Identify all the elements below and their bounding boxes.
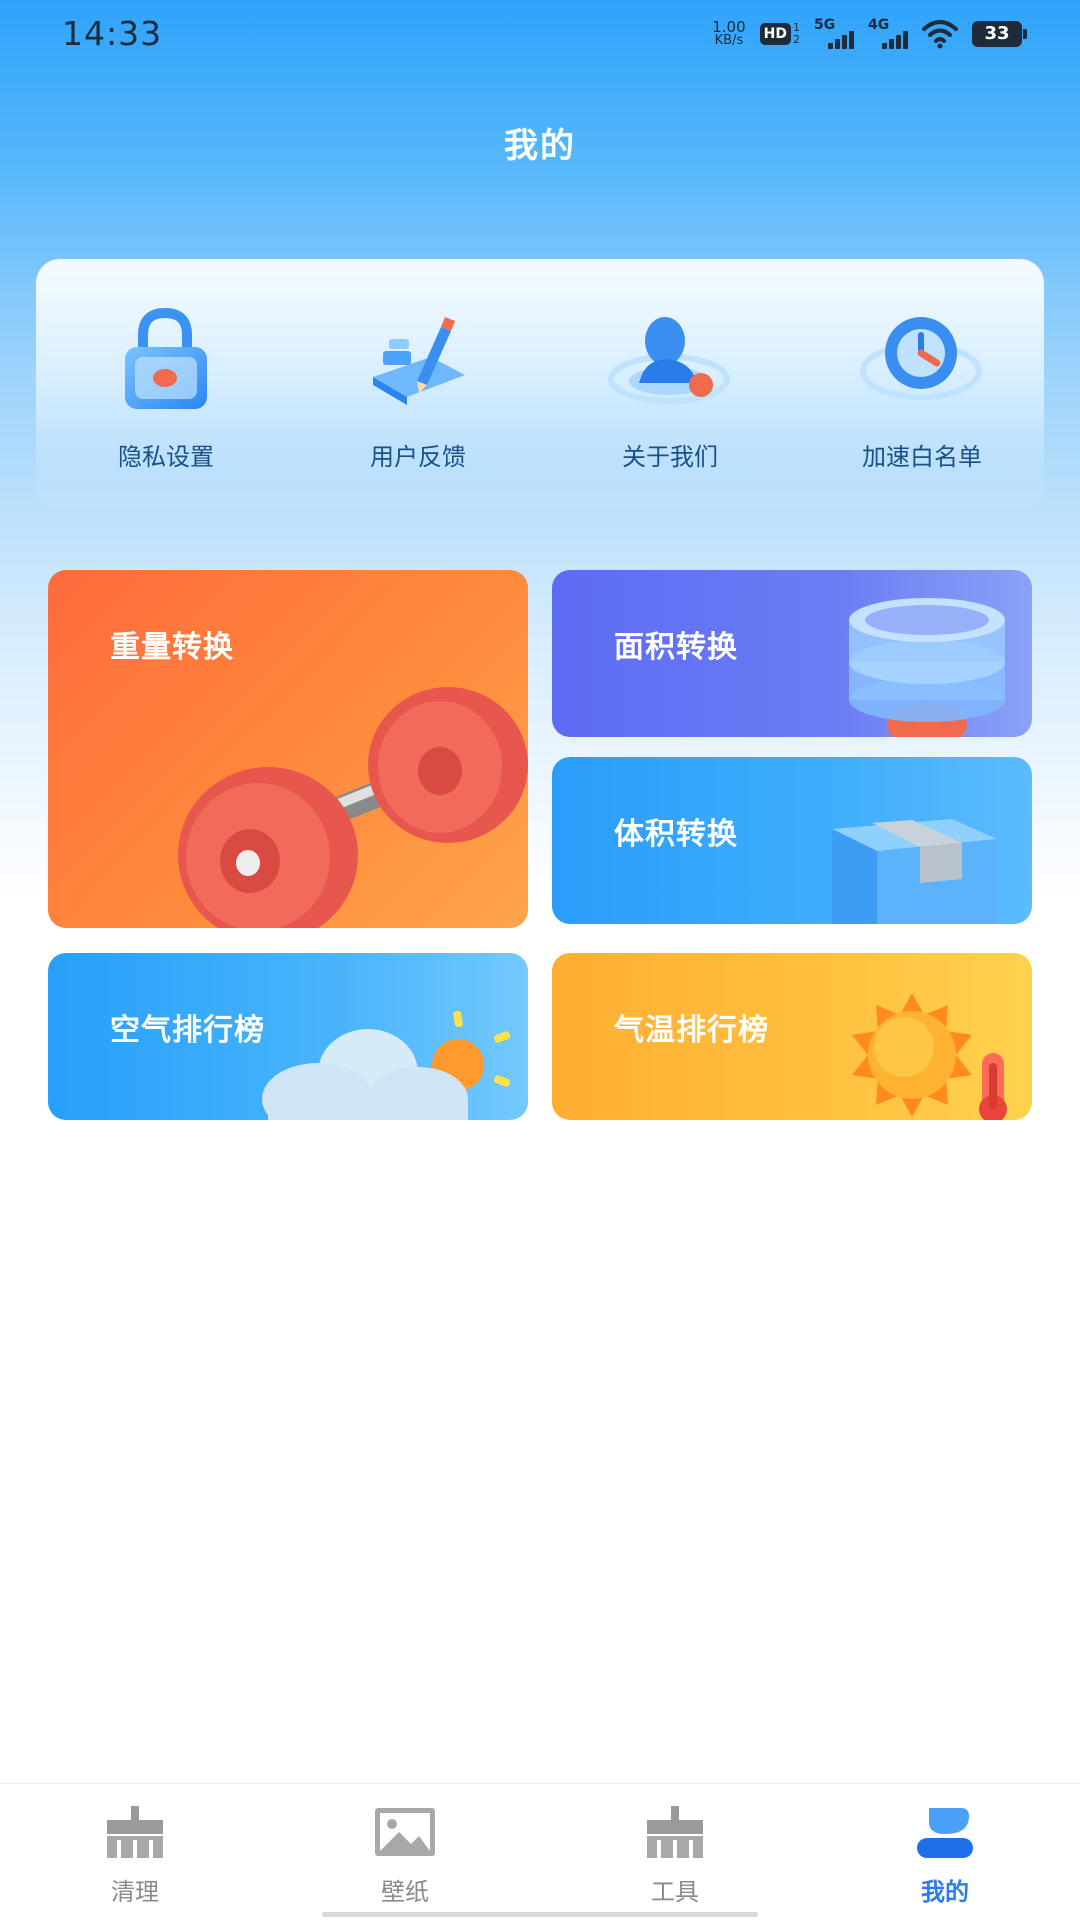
quick-label-whitelist: 加速白名单 bbox=[862, 443, 982, 471]
hd-voice-icon: HD 1 2 bbox=[759, 22, 800, 46]
toolkit-icon bbox=[647, 1806, 703, 1858]
signal-4g-icon: 4G bbox=[868, 17, 908, 49]
bottom-navigation: 清理 壁纸 工具 我的 bbox=[0, 1783, 1080, 1920]
hd-sub-bottom: 2 bbox=[793, 33, 800, 46]
speed-clock-icon bbox=[860, 317, 982, 400]
cloud-sun-icon bbox=[262, 1010, 511, 1120]
wifi-icon bbox=[922, 20, 958, 49]
signal-5g-icon: 5G bbox=[814, 17, 854, 49]
nav-tab-mine[interactable]: 我的 bbox=[860, 1804, 1030, 1907]
quick-item-about-us[interactable]: 关于我们 bbox=[570, 299, 770, 479]
quick-label-privacy: 隐私设置 bbox=[118, 443, 214, 471]
temperature-ranking-card[interactable]: 气温排行榜 bbox=[552, 953, 1032, 1120]
hd-label: HD bbox=[759, 23, 791, 45]
image-icon bbox=[375, 1808, 435, 1856]
feedback-pen-icon bbox=[373, 317, 465, 405]
quick-menu-card: 隐私设置 用户反馈 关于我们 加速白名单 bbox=[36, 259, 1044, 509]
nav-tab-tools[interactable]: 工具 bbox=[590, 1804, 760, 1907]
person-icon bbox=[608, 317, 730, 404]
quick-item-privacy-settings[interactable]: 隐私设置 bbox=[66, 299, 266, 479]
sun-thermometer-icon bbox=[852, 993, 1007, 1120]
air-ranking-card[interactable]: 空气排行榜 bbox=[48, 953, 528, 1120]
layers-icon bbox=[849, 598, 1005, 737]
volume-card-title: 体积转换 bbox=[614, 817, 738, 852]
network-speed: 1.00 KB/s bbox=[712, 20, 745, 48]
battery-icon: 33 bbox=[972, 21, 1027, 47]
nav-label-mine: 我的 bbox=[921, 1878, 969, 1906]
weight-card-title: 重量转换 bbox=[110, 630, 234, 665]
nav-label-clean: 清理 bbox=[111, 1878, 159, 1906]
area-card-title: 面积转换 bbox=[614, 630, 738, 665]
signal-4g-label: 4G bbox=[868, 17, 890, 33]
nav-label-wallpaper: 壁纸 bbox=[381, 1878, 429, 1906]
nav-tab-wallpaper[interactable]: 壁纸 bbox=[320, 1804, 490, 1907]
quick-label-about: 关于我们 bbox=[622, 443, 718, 471]
home-indicator bbox=[322, 1912, 758, 1917]
quick-item-user-feedback[interactable]: 用户反馈 bbox=[318, 299, 518, 479]
quick-label-feedback: 用户反馈 bbox=[370, 443, 466, 471]
page-title: 我的 bbox=[504, 126, 576, 166]
lock-icon bbox=[125, 307, 207, 409]
nav-label-tools: 工具 bbox=[651, 1878, 699, 1906]
nav-tab-clean[interactable]: 清理 bbox=[50, 1804, 220, 1907]
status-bar: 14:33 1.00 KB/s HD 1 2 5G 4G 33 bbox=[0, 0, 1080, 70]
air-card-title: 空气排行榜 bbox=[110, 1013, 265, 1048]
profile-icon bbox=[917, 1808, 973, 1858]
dumbbell-icon bbox=[178, 687, 528, 928]
area-conversion-card[interactable]: 面积转换 bbox=[552, 570, 1032, 737]
status-time: 14:33 bbox=[62, 14, 163, 53]
box-icon bbox=[832, 819, 997, 924]
broom-icon bbox=[107, 1806, 163, 1858]
network-speed-unit: KB/s bbox=[714, 33, 744, 48]
volume-conversion-card[interactable]: 体积转换 bbox=[552, 757, 1032, 924]
quick-item-speed-whitelist[interactable]: 加速白名单 bbox=[822, 299, 1022, 479]
weight-conversion-card[interactable]: 重量转换 bbox=[48, 570, 528, 928]
temp-card-title: 气温排行榜 bbox=[614, 1013, 769, 1048]
status-indicators: 1.00 KB/s HD 1 2 5G 4G 33 bbox=[712, 16, 1027, 52]
signal-5g-label: 5G bbox=[814, 17, 836, 33]
